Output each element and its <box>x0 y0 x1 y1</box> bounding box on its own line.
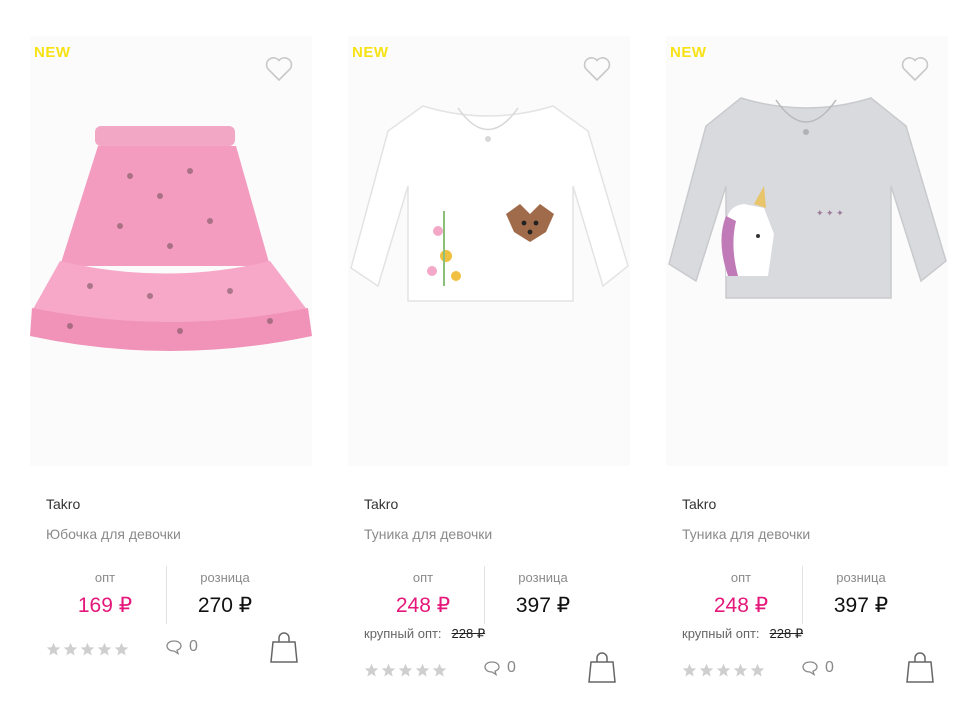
product-brand[interactable]: Takro <box>682 496 716 512</box>
star-icon[interactable] <box>63 642 78 657</box>
rating-stars[interactable] <box>46 642 129 657</box>
product-name[interactable]: Туника для девочки <box>682 526 810 542</box>
grey-tunic-illustration: ✦ ✦ ✦ <box>668 97 947 299</box>
white-tunic-illustration <box>350 105 629 302</box>
comments-link[interactable]: 0 <box>801 659 834 677</box>
heart-outline-icon[interactable] <box>901 56 929 82</box>
star-icon[interactable] <box>80 642 95 657</box>
product-card[interactable]: ✦ ✦ ✦ NEW Takro Туника для девочки опт р… <box>666 36 956 706</box>
heart-outline-icon[interactable] <box>583 56 611 82</box>
product-card[interactable]: NEW Takro Туника для девочки опт розница… <box>348 36 638 706</box>
product-brand[interactable]: Takro <box>364 496 398 512</box>
bulk-price-label: крупный опт: <box>682 626 760 641</box>
star-icon[interactable] <box>398 663 413 678</box>
comments-link[interactable]: 0 <box>165 638 198 656</box>
product-name[interactable]: Туника для девочки <box>364 526 492 542</box>
retail-price: 397 ₽ <box>515 594 571 617</box>
comments-count: 0 <box>825 659 834 676</box>
opt-price: 248 ₽ <box>713 594 769 617</box>
bulk-price-label: крупный опт: <box>364 626 442 641</box>
comments-link[interactable]: 0 <box>483 659 516 677</box>
speech-bubble-icon <box>484 661 500 676</box>
rating-stars[interactable] <box>682 663 765 678</box>
shopping-bag-icon[interactable] <box>906 650 934 684</box>
product-image-white-tunic[interactable]: NEW <box>348 36 630 466</box>
star-icon[interactable] <box>415 663 430 678</box>
retail-price-label: розница <box>518 570 568 585</box>
star-icon[interactable] <box>682 663 697 678</box>
star-icon[interactable] <box>46 642 61 657</box>
bulk-price-value: 228 ₽ <box>769 626 804 641</box>
product-name[interactable]: Юбочка для девочки <box>46 526 181 542</box>
retail-price: 397 ₽ <box>833 594 889 617</box>
star-icon[interactable] <box>114 642 129 657</box>
opt-price-label: опт <box>730 570 752 585</box>
comments-count: 0 <box>507 659 516 676</box>
new-badge: NEW <box>34 44 71 61</box>
opt-price-label: опт <box>94 570 116 585</box>
star-icon[interactable] <box>97 642 112 657</box>
retail-price-label: розница <box>200 570 250 585</box>
product-image-skirt[interactable]: NEW <box>30 36 312 466</box>
retail-price: 270 ₽ <box>197 594 253 617</box>
retail-price-label: розница <box>836 570 886 585</box>
opt-price: 169 ₽ <box>77 594 133 617</box>
pink-skirt-illustration <box>30 126 312 351</box>
star-icon[interactable] <box>733 663 748 678</box>
star-icon[interactable] <box>750 663 765 678</box>
product-brand[interactable]: Takro <box>46 496 80 512</box>
new-badge: NEW <box>670 44 707 61</box>
star-icon[interactable] <box>716 663 731 678</box>
new-badge: NEW <box>352 44 389 61</box>
bulk-price-value: 228 ₽ <box>451 626 486 641</box>
shopping-bag-icon[interactable] <box>588 650 616 684</box>
comments-count: 0 <box>189 638 198 655</box>
svg-text:✦ ✦ ✦: ✦ ✦ ✦ <box>816 208 844 218</box>
product-card[interactable]: NEW Takro Юбочка для девочки опт розница… <box>30 36 320 706</box>
opt-price: 248 ₽ <box>395 594 451 617</box>
star-icon[interactable] <box>364 663 379 678</box>
star-icon[interactable] <box>432 663 447 678</box>
shopping-bag-icon[interactable] <box>270 630 298 664</box>
star-icon[interactable] <box>699 663 714 678</box>
product-image-grey-tunic[interactable]: ✦ ✦ ✦ NEW <box>666 36 948 466</box>
opt-price-label: опт <box>412 570 434 585</box>
heart-outline-icon[interactable] <box>265 56 293 82</box>
bulk-price-row: крупный опт: 228 ₽ <box>364 626 485 642</box>
speech-bubble-icon <box>166 640 182 655</box>
rating-stars[interactable] <box>364 663 447 678</box>
star-icon[interactable] <box>381 663 396 678</box>
speech-bubble-icon <box>802 661 818 676</box>
bulk-price-row: крупный опт: 228 ₽ <box>682 626 803 642</box>
